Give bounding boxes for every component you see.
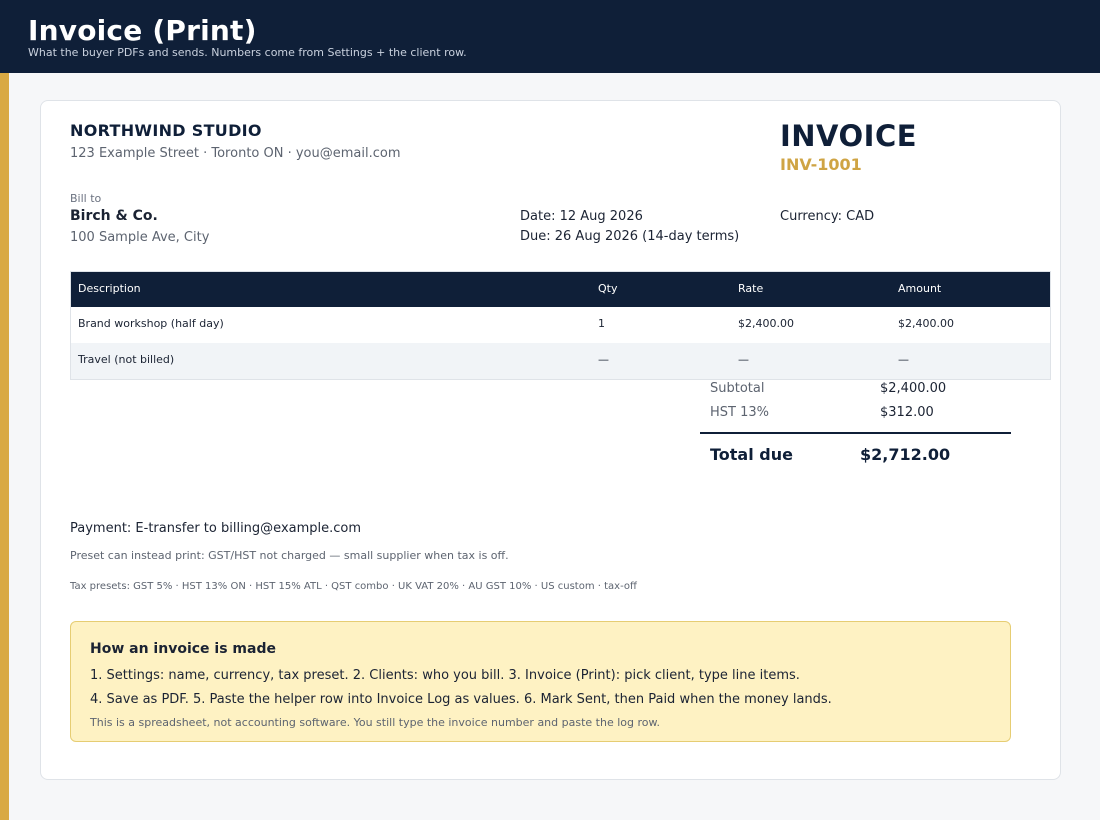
payment-instructions[interactable]: Payment: E-transfer to billing@example.c…	[70, 521, 361, 536]
preset-note: Preset can instead print: GST/HST not ch…	[70, 549, 509, 562]
page-subtitle: What the buyer PDFs and sends. Numbers c…	[28, 46, 467, 59]
how-to-steps-1: 1. Settings: name, currency, tax preset.…	[90, 668, 800, 683]
subtotal-label: Subtotal	[710, 381, 765, 396]
subtotal-value: $2,400.00	[880, 381, 947, 396]
invoice-currency[interactable]: Currency: CAD	[780, 209, 874, 224]
table-row: Travel (not billed) — — —	[71, 343, 1050, 379]
bill-to-label: Bill to	[70, 192, 102, 205]
invoice-heading: INVOICE	[780, 119, 918, 153]
total-due-label: Total due	[710, 445, 793, 464]
cell-amount: $2,400.00	[898, 317, 954, 330]
seller-address[interactable]: 123 Example Street · Toronto ON · you@em…	[70, 146, 400, 161]
invoice-sheet: NORTHWIND STUDIO 123 Example Street · To…	[40, 100, 1061, 780]
column-header-rate: Rate	[738, 282, 764, 295]
tax-label: HST 13%	[710, 405, 769, 420]
cell-qty[interactable]: —	[598, 343, 609, 377]
invoice-date[interactable]: Date: 12 Aug 2026	[520, 209, 643, 224]
column-header-qty: Qty	[598, 282, 618, 295]
tax-value: $312.00	[880, 405, 934, 420]
seller-name[interactable]: NORTHWIND STUDIO	[70, 121, 262, 140]
cell-amount: —	[898, 353, 909, 366]
total-divider	[700, 432, 1011, 434]
cell-rate[interactable]: $2,400.00	[738, 307, 794, 341]
invoice-number[interactable]: INV-1001	[780, 155, 862, 174]
cell-rate[interactable]: —	[738, 343, 749, 377]
page-title: Invoice (Print)	[28, 14, 257, 47]
app-header: Invoice (Print) What the buyer PDFs and …	[0, 0, 1100, 73]
cell-description[interactable]: Travel (not billed)	[78, 343, 174, 377]
accent-strip	[0, 73, 9, 820]
cell-qty[interactable]: 1	[598, 307, 605, 341]
tax-presets-list: Tax presets: GST 5% · HST 13% ON · HST 1…	[70, 581, 637, 592]
cell-description[interactable]: Brand workshop (half day)	[78, 307, 224, 341]
bill-to-name[interactable]: Birch & Co.	[70, 208, 158, 224]
how-to-disclaimer: This is a spreadsheet, not accounting so…	[90, 716, 660, 729]
how-to-note: How an invoice is made 1. Settings: name…	[70, 621, 1011, 742]
how-to-steps-2: 4. Save as PDF. 5. Paste the helper row …	[90, 692, 832, 707]
table-header-row: Description Qty Rate Amount	[71, 272, 1050, 307]
how-to-title: How an invoice is made	[90, 641, 276, 657]
total-due-value: $2,712.00	[860, 445, 951, 464]
column-header-amount: Amount	[898, 282, 942, 295]
invoice-due-date[interactable]: Due: 26 Aug 2026 (14-day terms)	[520, 229, 739, 244]
bill-to-address[interactable]: 100 Sample Ave, City	[70, 230, 209, 245]
table-row: Brand workshop (half day) 1 $2,400.00 $2…	[71, 307, 1050, 343]
line-items-table: Description Qty Rate Amount Brand worksh…	[70, 271, 1051, 380]
column-header-description: Description	[78, 282, 141, 295]
